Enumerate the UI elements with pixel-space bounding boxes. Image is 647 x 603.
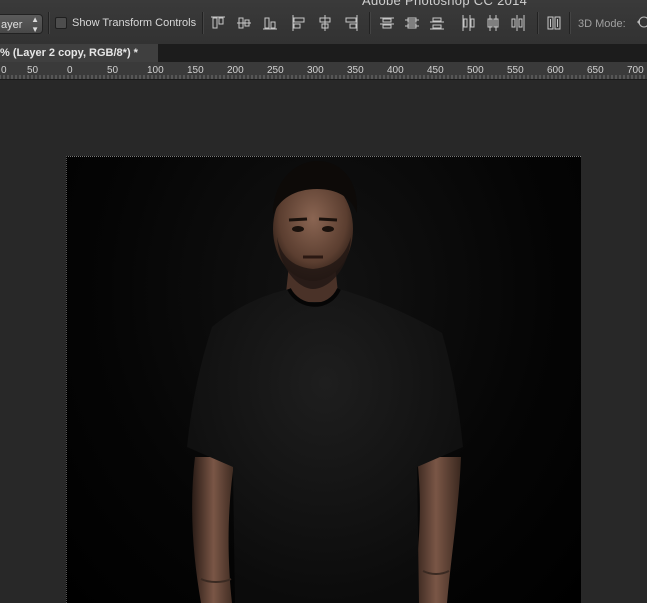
ruler-label: 0: [1, 65, 7, 76]
ruler-label: 350: [347, 65, 364, 76]
app-title: Adobe Photoshop CC 2014: [362, 0, 528, 8]
separator: [569, 12, 570, 34]
align-right-edges-icon[interactable]: [344, 15, 358, 31]
ruler-label: 250: [267, 65, 284, 76]
align-left-edges-icon[interactable]: [292, 15, 306, 31]
ruler-label: 450: [427, 65, 444, 76]
ruler-label: 50: [27, 65, 39, 76]
distribute-right-icon[interactable]: [511, 15, 525, 31]
ruler-label: 150: [187, 65, 204, 76]
show-transform-checkbox[interactable]: [55, 17, 67, 29]
ruler-label: 0: [67, 65, 73, 76]
align-vertical-centers-icon[interactable]: [237, 15, 251, 31]
distribute-top-icon[interactable]: [380, 15, 394, 31]
auto-select-value: ayer: [1, 19, 23, 31]
separator: [202, 12, 203, 34]
ruler-label: 50: [107, 65, 119, 76]
align-horizontal-centers-icon[interactable]: [318, 15, 332, 31]
ruler-label: 550: [507, 65, 524, 76]
document-tab[interactable]: % (Layer 2 copy, RGB/8*) *: [0, 44, 158, 62]
ruler-ticks: 0 50 0 50 100 150 200 250 300 350 400 450 500 550 600 6…: [0, 65, 645, 79]
photo-image: [66, 156, 581, 603]
separator: [369, 12, 370, 34]
ruler-label: 100: [147, 65, 164, 76]
ruler-label: 600: [547, 65, 564, 76]
distribute-vertical-centers-icon[interactable]: [405, 15, 419, 31]
3d-mode-label: 3D Mode:: [578, 18, 626, 30]
align-bottom-edges-icon[interactable]: [263, 15, 277, 31]
distribute-left-icon[interactable]: [461, 15, 475, 31]
ruler-label: 700: [627, 65, 644, 76]
distribute-horizontal-centers-icon[interactable]: [486, 15, 500, 31]
document-tab-bar: % (Layer 2 copy, RGB/8*) *: [0, 44, 647, 62]
ruler-label: 500: [467, 65, 484, 76]
options-bar: Adobe Photoshop CC 2014 ayer ▲ ▼ Show Tra…: [0, 0, 647, 45]
ruler-label: 650: [587, 65, 604, 76]
separator: [48, 12, 49, 34]
distribute-bottom-icon[interactable]: [430, 15, 444, 31]
align-top-edges-icon[interactable]: [211, 15, 225, 31]
dropdown-arrows-icon: ▲ ▼: [31, 15, 39, 34]
auto-select-dropdown[interactable]: ayer ▲ ▼: [0, 14, 43, 34]
horizontal-ruler[interactable]: 0 50 0 50 100 150 200 250 300 350 400 450 500 550 600 6…: [0, 62, 647, 80]
ruler-label: 200: [227, 65, 244, 76]
auto-align-layers-icon[interactable]: [547, 15, 561, 31]
show-transform-label: Show Transform Controls: [72, 17, 197, 29]
3d-orbit-icon[interactable]: [636, 14, 647, 30]
portrait-figure: [187, 161, 463, 603]
workspace-canvas[interactable]: [0, 80, 647, 603]
separator: [537, 12, 538, 34]
ruler-label: 300: [307, 65, 324, 76]
ruler-label: 400: [387, 65, 404, 76]
